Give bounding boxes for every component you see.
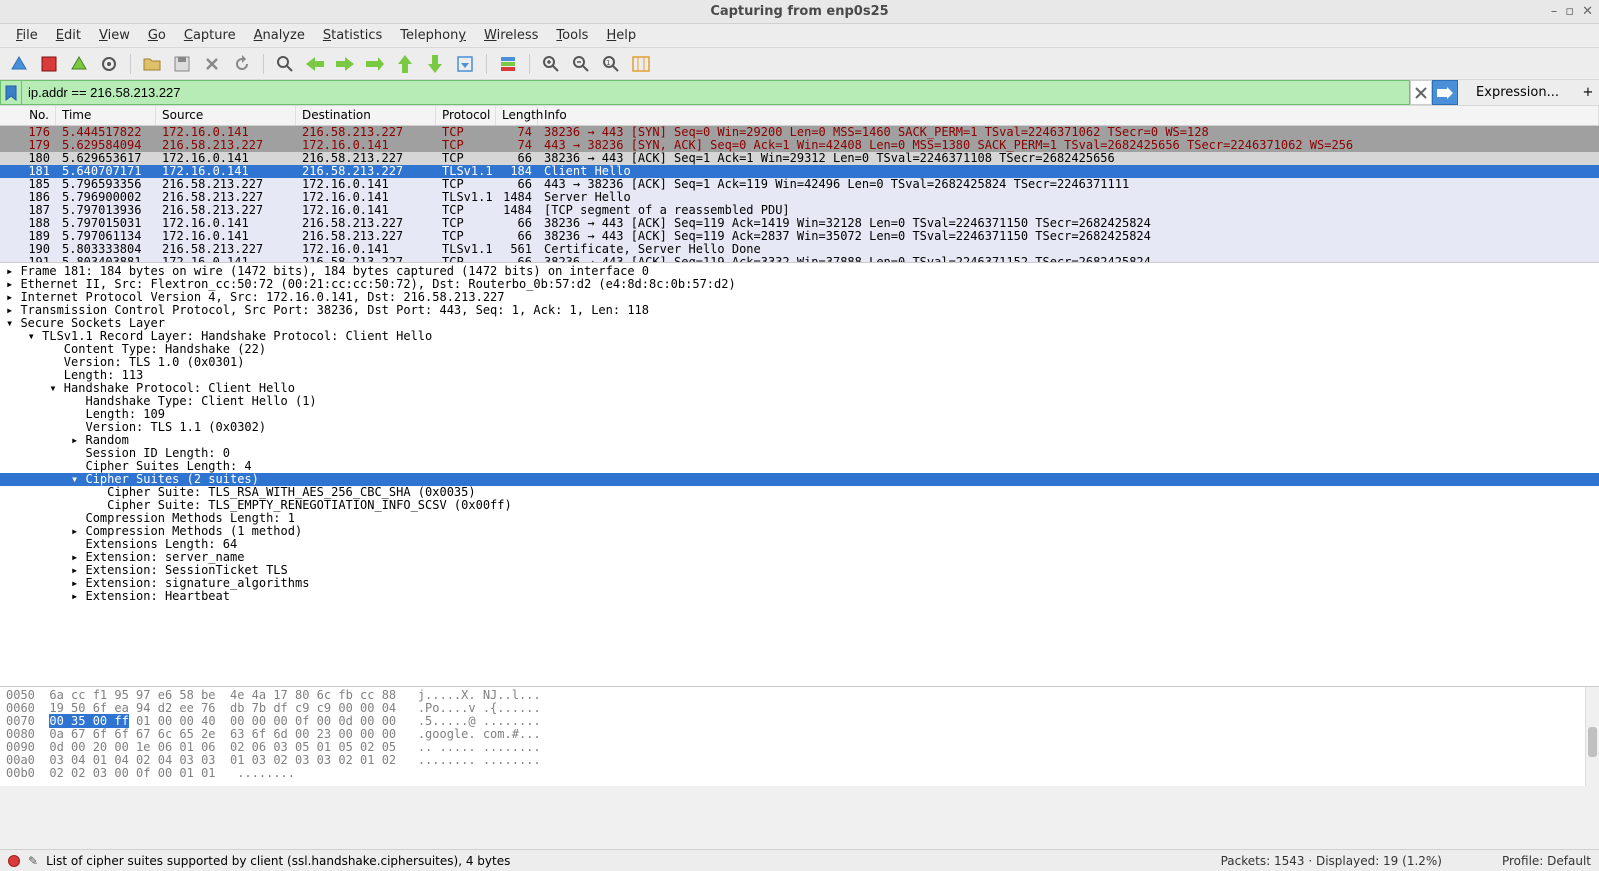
window-title: Capturing from enp0s25 — [710, 4, 888, 19]
start-capture-button[interactable] — [6, 51, 32, 77]
packet-details-pane[interactable]: ▸ Frame 181: 184 bytes on wire (1472 bit… — [0, 262, 1599, 686]
packet-bytes-pane[interactable]: 0050 6a cc f1 95 97 e6 58 be 4e 4a 17 80… — [0, 686, 1599, 786]
go-first-button[interactable] — [392, 51, 418, 77]
menu-help[interactable]: Help — [598, 26, 644, 45]
expression-button[interactable]: Expression... — [1458, 80, 1577, 105]
packet-row[interactable]: 1765.444517822172.16.0.141216.58.213.227… — [0, 126, 1599, 139]
go-back-button[interactable] — [302, 51, 328, 77]
stop-capture-button[interactable] — [36, 51, 62, 77]
detail-line[interactable]: ▸ Transmission Control Protocol, Src Por… — [0, 304, 1599, 317]
menu-file[interactable]: File — [8, 26, 46, 45]
detail-line[interactable]: ▸ Extension: signature_algorithms — [0, 577, 1599, 590]
packet-row[interactable]: 1865.796900002216.58.213.227172.16.0.141… — [0, 191, 1599, 204]
close-button[interactable]: ✕ — [1582, 4, 1593, 19]
bookmark-filter-icon[interactable] — [0, 80, 22, 105]
detail-line[interactable]: ▸ Random — [0, 434, 1599, 447]
detail-line[interactable]: ▸ Extension: Heartbeat — [0, 590, 1599, 603]
save-file-button[interactable] — [169, 51, 195, 77]
detail-line[interactable]: Version: TLS 1.0 (0x0301) — [0, 356, 1599, 369]
close-file-button[interactable] — [199, 51, 225, 77]
display-filter-input[interactable] — [22, 80, 1410, 105]
edit-capture-comment-icon[interactable]: ✎ — [28, 854, 38, 868]
zoom-reset-button[interactable]: 1 — [598, 51, 624, 77]
hex-row[interactable]: 00b0 02 02 03 00 0f 00 01 01 ........ — [6, 767, 1593, 780]
titlebar: Capturing from enp0s25 – ▫ ✕ — [0, 0, 1599, 24]
col-header-destination[interactable]: Destination — [296, 106, 436, 125]
zoom-out-button[interactable] — [568, 51, 594, 77]
colorize-button[interactable] — [495, 51, 521, 77]
col-header-protocol[interactable]: Protocol — [436, 106, 496, 125]
packet-row[interactable]: 1875.797013936216.58.213.227172.16.0.141… — [0, 204, 1599, 217]
packet-list-pane[interactable]: No. Time Source Destination Protocol Len… — [0, 106, 1599, 262]
clear-filter-button[interactable] — [1410, 80, 1432, 105]
packet-row[interactable]: 1805.629653617172.16.0.141216.58.213.227… — [0, 152, 1599, 165]
find-packet-button[interactable] — [272, 51, 298, 77]
menu-statistics[interactable]: Statistics — [315, 26, 390, 45]
add-filter-button[interactable]: + — [1577, 80, 1599, 105]
packet-row[interactable]: 1795.629584094216.58.213.227172.16.0.141… — [0, 139, 1599, 152]
expression-label: Expression... — [1476, 85, 1559, 100]
go-to-packet-button[interactable] — [362, 51, 388, 77]
open-file-button[interactable] — [139, 51, 165, 77]
apply-filter-button[interactable] — [1432, 80, 1458, 105]
col-header-no[interactable]: No. — [0, 106, 56, 125]
menu-view[interactable]: View — [91, 26, 138, 45]
col-header-time[interactable]: Time — [56, 106, 156, 125]
resize-columns-button[interactable] — [628, 51, 654, 77]
col-header-info[interactable]: Info — [538, 106, 1599, 125]
menu-wireless[interactable]: Wireless — [476, 26, 546, 45]
zoom-in-button[interactable] — [538, 51, 564, 77]
filter-bar: Expression... + — [0, 80, 1599, 106]
go-last-button[interactable] — [422, 51, 448, 77]
status-bar: ✎ List of cipher suites supported by cli… — [0, 849, 1599, 871]
menu-go[interactable]: Go — [140, 26, 174, 45]
reload-button[interactable] — [229, 51, 255, 77]
packet-row[interactable]: 1905.803333804216.58.213.227172.16.0.141… — [0, 243, 1599, 256]
menu-telephony[interactable]: Telephony — [392, 26, 474, 45]
capture-options-button[interactable] — [96, 51, 122, 77]
menubar: File Edit View Go Capture Analyze Statis… — [0, 24, 1599, 48]
hex-scrollbar[interactable] — [1585, 687, 1599, 786]
detail-line[interactable]: ▸ Compression Methods (1 method) — [0, 525, 1599, 538]
packet-row[interactable]: 1855.796593356216.58.213.227172.16.0.141… — [0, 178, 1599, 191]
maximize-button[interactable]: ▫ — [1565, 4, 1574, 19]
minimize-button[interactable]: – — [1551, 4, 1558, 19]
go-forward-button[interactable] — [332, 51, 358, 77]
detail-line[interactable]: Handshake Type: Client Hello (1) — [0, 395, 1599, 408]
packet-row[interactable]: 1885.797015031172.16.0.141216.58.213.227… — [0, 217, 1599, 230]
auto-scroll-button[interactable] — [452, 51, 478, 77]
expert-info-icon[interactable] — [8, 855, 20, 867]
profile-label[interactable]: Profile: Default — [1502, 854, 1591, 868]
menu-edit[interactable]: Edit — [48, 26, 89, 45]
menu-analyze[interactable]: Analyze — [246, 26, 313, 45]
packet-row[interactable]: 1815.640707171172.16.0.141216.58.213.227… — [0, 165, 1599, 178]
packet-row[interactable]: 1895.797061134172.16.0.141216.58.213.227… — [0, 230, 1599, 243]
toolbar: 1 — [0, 48, 1599, 80]
status-message: List of cipher suites supported by clien… — [46, 854, 1221, 868]
svg-text:1: 1 — [606, 59, 610, 67]
detail-line[interactable]: Version: TLS 1.1 (0x0302) — [0, 421, 1599, 434]
restart-capture-button[interactable] — [66, 51, 92, 77]
menu-capture[interactable]: Capture — [176, 26, 244, 45]
packet-row[interactable]: 1915.803403881172.16.0.141216.58.213.227… — [0, 256, 1599, 262]
menu-tools[interactable]: Tools — [548, 26, 596, 45]
col-header-source[interactable]: Source — [156, 106, 296, 125]
col-header-length[interactable]: Length — [496, 106, 538, 125]
packet-count: Packets: 1543 · Displayed: 19 (1.2%) — [1221, 854, 1442, 868]
